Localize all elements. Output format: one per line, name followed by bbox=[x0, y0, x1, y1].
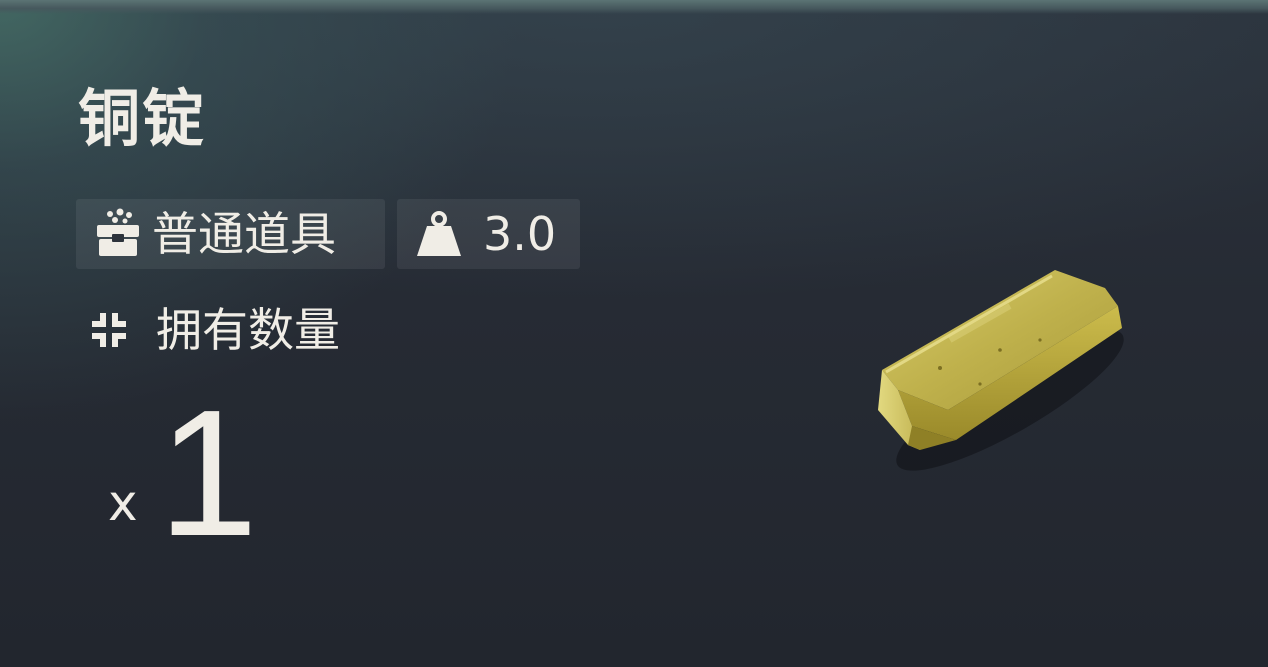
rarity-tag: 普通道具 bbox=[76, 199, 385, 269]
owned-label: 拥有数量 bbox=[156, 303, 340, 357]
weight-tag: 3.0 bbox=[397, 199, 580, 269]
panel-top-border bbox=[0, 0, 1268, 14]
crosshair-icon bbox=[86, 307, 132, 353]
item-name: 铜锭 bbox=[78, 82, 207, 155]
ingot-icon bbox=[878, 270, 1124, 471]
weight-value: 3.0 bbox=[483, 207, 557, 261]
rarity-label: 普通道具 bbox=[152, 207, 336, 261]
chest-icon bbox=[92, 208, 144, 260]
item-detail-panel: 铜锭 普通道具 3.0 拥有数量 x 1 bbox=[0, 0, 1268, 667]
quantity-prefix: x bbox=[108, 474, 138, 532]
quantity-value: 1 bbox=[158, 373, 259, 574]
owned-quantity-row: 拥有数量 bbox=[86, 300, 340, 360]
weight-icon bbox=[413, 208, 465, 260]
